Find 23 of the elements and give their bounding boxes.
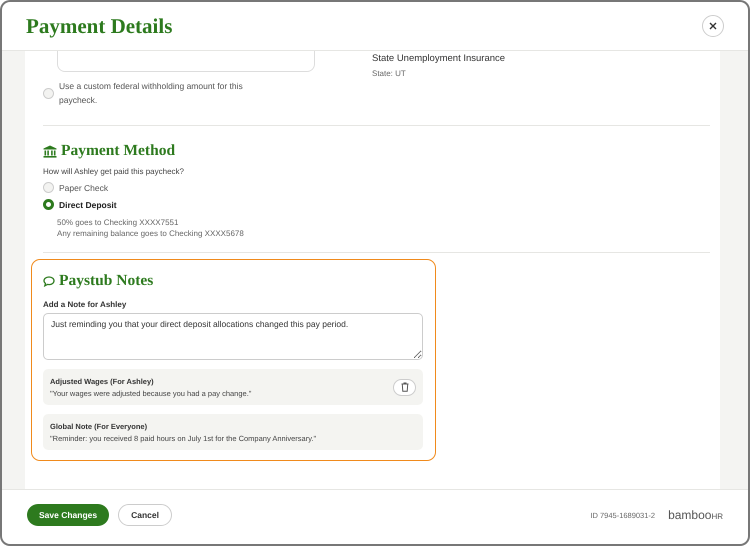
field-label: Add a Note for Ashley [43,300,128,309]
radio-label: Use a custom federal withholding amount for this paycheck. [59,80,244,107]
section-heading: Payment Method [61,142,176,160]
tax-title: State Unemployment Insurance [372,53,506,64]
deposit-detail: 50% goes to Checking XXXX7551 [57,218,180,227]
radio-label: Direct Deposit [59,200,117,210]
save-button[interactable]: Save Changes [27,504,110,526]
window-title: Payment Details [26,14,174,38]
cancel-button[interactable]: Cancel [118,504,172,526]
radio-button[interactable] [43,199,54,210]
close-icon [709,22,717,30]
delete-button[interactable] [393,378,416,396]
close-button[interactable] [702,15,724,37]
section-heading: Paystub Notes [59,272,154,290]
question-text: How will Ashley get paid this paycheck? [43,167,185,176]
radio-label: Paper Check [59,182,108,192]
speech-bubble-icon [43,276,55,286]
tax-detail: State: UT [372,69,407,78]
logo: bambooHR [668,508,723,522]
bank-icon [43,144,57,158]
note-input[interactable]: Just reminding you that your direct deposit allocations changed this pay period. [43,313,423,360]
trash-icon [400,382,408,392]
deposit-detail: Any remaining balance goes to Checking XXXX5678 [57,229,245,238]
